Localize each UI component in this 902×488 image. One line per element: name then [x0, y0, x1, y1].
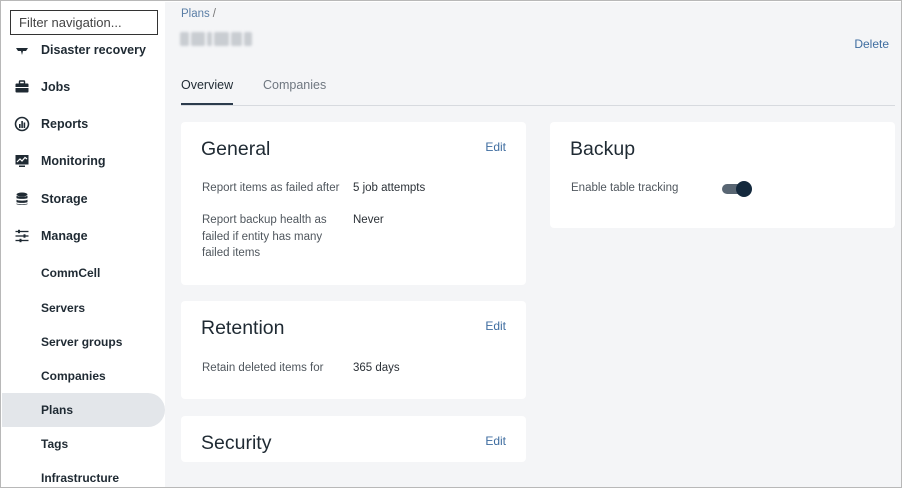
table-tracking-label: Enable table tracking — [571, 182, 679, 194]
table-tracking-toggle[interactable] — [722, 181, 752, 197]
sidebar-item-disaster-recovery[interactable]: Disaster recovery — [2, 33, 165, 67]
tab-companies[interactable]: Companies — [263, 78, 326, 105]
sidebar-item-label: Infrastructure — [41, 471, 120, 485]
sidebar-item-label: Manage — [41, 229, 88, 243]
retention-card-title: Retention — [201, 317, 285, 339]
general-card: General Edit Report items as failed afte… — [181, 122, 526, 285]
filter-navigation-input[interactable] — [10, 10, 158, 35]
general-card-title: General — [201, 138, 271, 160]
tab-bar: Overview Companies — [181, 72, 895, 106]
sidebar: Disaster recovery Jobs Reports Monitorin… — [2, 2, 165, 487]
report-items-failed-label: Report items as failed after — [202, 182, 340, 194]
tab-overview[interactable]: Overview — [181, 78, 234, 105]
security-card-title: Security — [201, 432, 272, 454]
sidebar-item-label: Storage — [41, 192, 88, 206]
monitor-icon — [14, 153, 30, 169]
sidebar-item-label: CommCell — [41, 266, 101, 280]
sidebar-item-label: Server groups — [41, 335, 123, 349]
retention-card: Retention Edit Retain deleted items for … — [181, 301, 526, 399]
sidebar-item-label: Jobs — [41, 80, 71, 94]
retain-deleted-items-label: Retain deleted items for — [202, 362, 324, 374]
sidebar-item-tags[interactable]: Tags — [2, 427, 165, 461]
sidebar-item-manage[interactable]: Manage — [2, 219, 165, 253]
sidebar-item-storage[interactable]: Storage — [2, 182, 165, 216]
sidebar-item-plans[interactable]: Plans — [2, 393, 165, 427]
sidebar-item-infrastructure[interactable]: Infrastructure — [2, 461, 165, 487]
breadcrumb-link-plans[interactable]: Plans — [181, 8, 210, 20]
delete-button[interactable]: Delete — [854, 37, 889, 51]
retention-edit-link[interactable]: Edit — [485, 319, 506, 333]
sidebar-item-label: Servers — [41, 301, 86, 315]
breadcrumb-separator: / — [212, 8, 216, 20]
security-edit-link[interactable]: Edit — [485, 434, 506, 448]
reports-chart-icon — [14, 116, 30, 132]
general-edit-link[interactable]: Edit — [485, 140, 506, 154]
sidebar-item-server-groups[interactable]: Server groups — [2, 325, 165, 359]
report-items-failed-value: 5 job attempts — [353, 182, 426, 194]
sidebar-item-label: Monitoring — [41, 154, 106, 168]
briefcase-icon — [14, 79, 30, 95]
sidebar-item-reports[interactable]: Reports — [2, 107, 165, 141]
toggle-knob — [736, 181, 752, 197]
sidebar-item-label: Disaster recovery — [41, 43, 146, 57]
sliders-icon — [14, 228, 30, 244]
backup-card: Backup Enable table tracking — [550, 122, 895, 228]
sidebar-item-servers[interactable]: Servers — [2, 291, 165, 325]
report-backup-health-value: Never — [353, 214, 384, 226]
security-card: Security Edit — [181, 416, 526, 462]
main-content: Plans / Delete Overview Companies General… — [165, 2, 901, 487]
page-title-redacted — [180, 30, 252, 48]
disaster-recovery-icon — [14, 42, 30, 58]
database-icon — [14, 191, 30, 207]
sidebar-item-companies[interactable]: Companies — [2, 359, 165, 393]
sidebar-item-monitoring[interactable]: Monitoring — [2, 144, 165, 178]
sidebar-item-label: Plans — [41, 403, 74, 417]
sidebar-item-label: Tags — [41, 437, 69, 451]
retain-deleted-items-value: 365 days — [353, 362, 400, 374]
sidebar-item-label: Reports — [41, 117, 89, 131]
sidebar-item-label: Companies — [41, 369, 106, 383]
backup-card-title: Backup — [570, 138, 636, 160]
sidebar-item-jobs[interactable]: Jobs — [2, 70, 165, 104]
sidebar-item-commcell[interactable]: CommCell — [2, 256, 165, 290]
breadcrumb: Plans / — [181, 8, 216, 20]
report-backup-health-label: Report backup health as failed if entity… — [202, 214, 327, 259]
app-window: Disaster recovery Jobs Reports Monitorin… — [0, 0, 902, 488]
